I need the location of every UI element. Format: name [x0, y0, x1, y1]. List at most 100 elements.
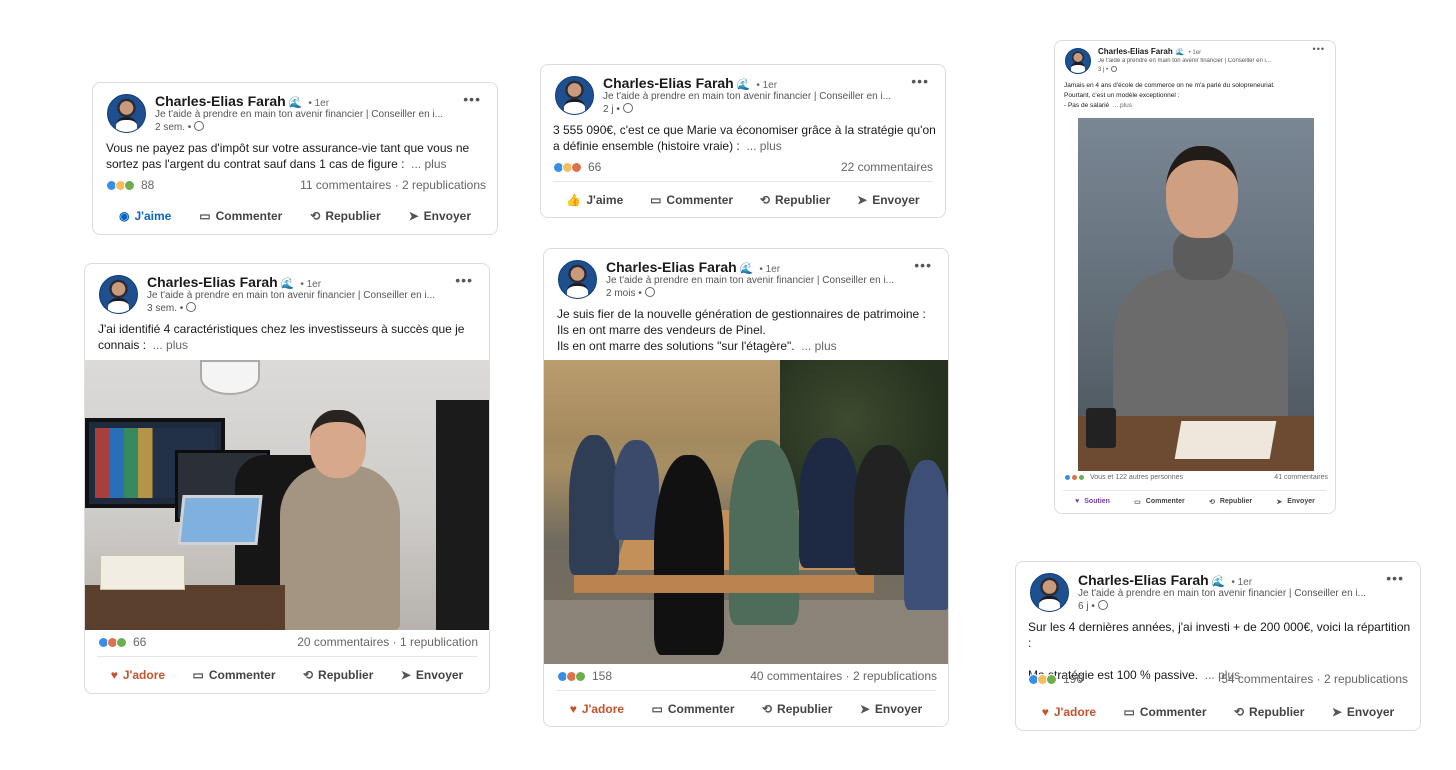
post-stats: Vous et 122 autres personnes 41 commenta… [1064, 474, 1328, 481]
post-photo[interactable] [85, 360, 489, 630]
send-button[interactable]: ➤ Envoyer [857, 193, 919, 207]
like-button[interactable]: 👍 J'aime [566, 193, 623, 207]
author-name[interactable]: Charles-Elias Farah 🌊 • 1er [1078, 572, 1252, 588]
adore-button[interactable]: ♥ J'adore [570, 702, 624, 716]
post-photo[interactable] [544, 360, 948, 664]
repost-button[interactable]: ⟲ Republier [760, 193, 830, 207]
reactions-summary[interactable]: 158 [557, 669, 612, 683]
repost-button[interactable]: ⟲ Republier [303, 668, 373, 682]
author-name[interactable]: Charles-Elias Farah 🌊 • 1er [147, 274, 321, 290]
author-name-text[interactable]: Charles-Elias Farah [606, 259, 737, 275]
post-text-line: Ils en ont marre des solutions "sur l'ét… [557, 339, 837, 353]
reactions-summary[interactable]: 66 [98, 635, 146, 649]
send-button[interactable]: ➤ Envoyer [860, 702, 922, 716]
post-text-line: J'ai identifié 4 caractéristiques chez l… [98, 322, 465, 336]
post-photo[interactable] [1078, 118, 1314, 471]
author-name[interactable]: Charles-Elias Farah 🌊 • 1er [155, 93, 329, 109]
photo-person [904, 460, 948, 610]
avatar[interactable] [99, 275, 138, 314]
reaction-count: 158 [592, 669, 613, 683]
repost-icon: ⟲ [310, 209, 321, 223]
comment-button[interactable]: ▭ Commenter [650, 193, 733, 207]
author-name-text[interactable]: Charles-Elias Farah [1098, 47, 1173, 56]
more-menu-icon[interactable]: ••• [911, 73, 929, 89]
repost-button[interactable]: ⟲ Republier [310, 209, 380, 223]
send-icon: ➤ [1276, 498, 1283, 506]
author-name[interactable]: Charles-Elias Farah 🌊 • 1er [606, 259, 780, 275]
post-text-line: Jamais en 4 ans d'école de commerce on n… [1064, 82, 1275, 89]
comments-reposts-count[interactable]: 40 commentaires · 2 republications [750, 669, 937, 683]
comment-button[interactable]: ▭ Commenter [1124, 705, 1207, 719]
see-more-link[interactable]: ... plus [411, 157, 446, 171]
author-name-text[interactable]: Charles-Elias Farah [155, 93, 286, 109]
avatar[interactable] [558, 260, 597, 299]
wave-icon: 🌊 [1175, 49, 1185, 56]
author-name-text[interactable]: Charles-Elias Farah [147, 274, 278, 290]
adore-button[interactable]: ♥ J'adore [111, 668, 165, 682]
adore-icon: ♥ [110, 667, 118, 682]
avatar[interactable] [107, 94, 146, 133]
photo-person [729, 440, 799, 625]
repost-button[interactable]: ⟲ Republier [1209, 498, 1252, 506]
see-more-link[interactable]: ... plus [1113, 102, 1132, 109]
more-menu-icon[interactable]: ••• [463, 91, 481, 107]
wave-icon: 🌊 [288, 97, 303, 109]
see-more-link[interactable]: ... plus [746, 139, 781, 153]
comments-reposts-count[interactable]: 22 commentaires [841, 160, 933, 174]
more-menu-icon[interactable]: ••• [914, 257, 932, 273]
comment-icon: ▭ [651, 701, 663, 716]
connection-degree: • 1er [300, 279, 322, 290]
post-text: Vous ne payez pas d'impôt sur votre assu… [106, 140, 486, 172]
more-menu-icon[interactable]: ••• [1386, 570, 1404, 586]
globe-icon [622, 103, 633, 113]
comment-button[interactable]: ▭ Commenter [1134, 498, 1185, 506]
more-menu-icon[interactable]: ••• [1313, 44, 1325, 54]
reactions-summary[interactable]: Vous et 122 autres personnes [1064, 474, 1183, 481]
comments-reposts-count[interactable]: 20 commentaires · 1 republication [297, 635, 478, 649]
avatar[interactable] [1030, 573, 1069, 612]
avatar[interactable] [1065, 48, 1091, 74]
comments-reposts-count[interactable]: 11 commentaires · 2 republications [300, 178, 486, 192]
avatar[interactable] [555, 76, 594, 115]
adore-icon: ♥ [569, 701, 577, 716]
see-more-link[interactable]: ... plus [153, 338, 188, 352]
repost-button[interactable]: ⟲ Republier [762, 702, 832, 716]
repost-button[interactable]: ⟲ Republier [1234, 705, 1304, 719]
photo-person [654, 455, 724, 655]
post-text: Jamais en 4 ans d'école de commerce on n… [1064, 81, 1329, 111]
more-menu-icon[interactable]: ••• [455, 272, 473, 288]
reaction-count: 196 [1063, 672, 1084, 686]
adore-button[interactable]: ♥ J'adore [1042, 705, 1096, 719]
post-stats: 66 22 commentaires [553, 160, 933, 174]
see-more-link[interactable]: ... plus [801, 339, 836, 353]
post-text-line: Ils en ont marre des vendeurs de Pinel. [557, 323, 766, 337]
author-name-text[interactable]: Charles-Elias Farah [1078, 572, 1209, 588]
photo-mug [1086, 408, 1116, 448]
comments-reposts-count[interactable]: 54 commentaires · 2 republications [1221, 672, 1408, 686]
repost-icon: ⟲ [759, 192, 770, 207]
action-bar: ♥ Soutien ▭ Commenter ⟲ Republier ➤ Envoyer [1063, 490, 1327, 512]
support-button[interactable]: ♥ Soutien [1075, 498, 1110, 505]
globe-icon [194, 121, 205, 131]
photo-person [614, 440, 659, 540]
like-button[interactable]: ◉ J'aime [119, 209, 171, 223]
reactions-summary[interactable]: 66 [553, 160, 601, 174]
post-text-line: Vous ne payez pas d'impôt sur votre assu… [106, 141, 470, 155]
comment-button[interactable]: ▭ Commenter [199, 209, 282, 223]
reaction-count: 66 [588, 160, 602, 174]
comment-button[interactable]: ▭ Commenter [652, 702, 735, 716]
author-name-text[interactable]: Charles-Elias Farah [603, 75, 734, 91]
comment-button[interactable]: ▭ Commenter [193, 668, 276, 682]
post-card: Charles-Elias Farah 🌊 • 1er Je t'aide à p… [84, 263, 490, 694]
send-button[interactable]: ➤ Envoyer [401, 668, 463, 682]
comments-reposts-count[interactable]: 41 commentaires [1274, 474, 1328, 481]
send-button[interactable]: ➤ Envoyer [1276, 498, 1315, 506]
celebrate-reaction-icon [575, 670, 586, 682]
send-button[interactable]: ➤ Envoyer [409, 209, 471, 223]
reactions-summary[interactable]: 196 [1028, 672, 1083, 686]
celebrate-reaction-icon [116, 636, 127, 648]
reactions-summary[interactable]: 88 [106, 178, 154, 192]
author-name[interactable]: Charles-Elias Farah 🌊 • 1er [603, 75, 777, 91]
author-name[interactable]: Charles-Elias Farah 🌊 • 1er [1098, 47, 1201, 56]
send-button[interactable]: ➤ Envoyer [1332, 705, 1394, 719]
